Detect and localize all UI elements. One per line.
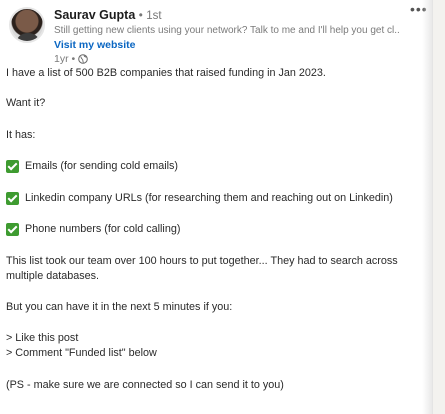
visit-website-link[interactable]: Visit my website	[54, 39, 136, 51]
check-mark-icon	[6, 223, 19, 236]
post-time: 1yr •	[54, 53, 76, 65]
author-header: Saurav Gupta • 1st	[54, 8, 162, 22]
avatar-shoulders	[17, 33, 39, 41]
post-effort: This list took our team over 100 hours t…	[6, 255, 398, 282]
author-headline[interactable]: Still getting new clients using your net…	[54, 25, 399, 36]
more-options-icon[interactable]: •••	[410, 2, 428, 16]
post-step-comment: > Comment "Funded list" below	[6, 347, 157, 359]
post-meta: 1yr •	[54, 53, 88, 65]
post-ps: (PS - make sure we are connected so I ca…	[6, 379, 284, 391]
check-mark-icon	[6, 192, 19, 205]
post-offer: But you can have it in the next 5 minute…	[6, 301, 233, 313]
post-intro: I have a list of 500 B2B companies that …	[6, 67, 326, 79]
author-avatar[interactable]	[9, 7, 45, 43]
feature-label: Phone numbers (for cold calling)	[25, 223, 181, 235]
connection-degree: 1st	[146, 10, 162, 22]
post-card: Saurav Gupta • 1st Still getting new cli…	[0, 0, 433, 414]
post-step-like: > Like this post	[6, 332, 79, 344]
check-mark-icon	[6, 160, 19, 173]
post-question: Want it?	[6, 97, 46, 109]
feature-item-linkedin-urls: Linkedin company URLs (for researching t…	[6, 191, 420, 206]
globe-icon	[78, 54, 88, 64]
feature-label: Linkedin company URLs (for researching t…	[25, 192, 393, 204]
feature-item-phone-numbers: Phone numbers (for cold calling)	[6, 222, 420, 237]
feature-label: Emails (for sending cold emails)	[25, 160, 179, 172]
author-name[interactable]: Saurav Gupta	[54, 8, 135, 22]
feature-item-emails: Emails (for sending cold emails)	[6, 159, 420, 174]
post-has-label: It has:	[6, 129, 36, 141]
author-separator: •	[138, 10, 143, 22]
